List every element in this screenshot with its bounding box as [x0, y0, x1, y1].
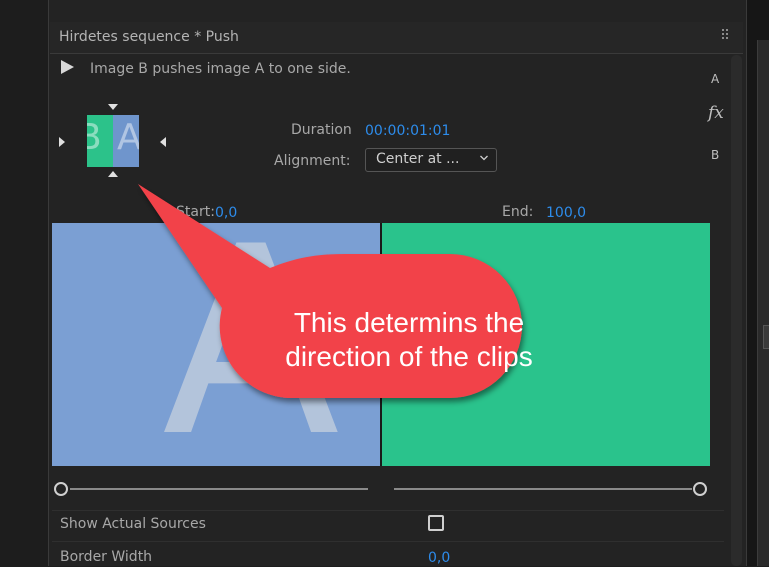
show-actual-sources-label: Show Actual Sources: [60, 516, 206, 532]
alignment-label: Alignment:: [274, 153, 351, 169]
direction-top-arrow[interactable]: [108, 104, 118, 110]
vertical-scrollbar[interactable]: [731, 55, 742, 566]
chevron-down-icon: [480, 155, 488, 161]
direction-right-arrow[interactable]: [160, 137, 166, 147]
transition-description: Image B pushes image A to one side.: [90, 61, 351, 77]
track-a-label: A: [711, 72, 720, 86]
transition-direction-thumbnail[interactable]: B A: [87, 115, 139, 167]
border-width-value[interactable]: 0,0: [428, 550, 450, 566]
right-panel-tab: [757, 40, 769, 566]
fx-icon: fx: [708, 103, 724, 123]
callout-text-line-1: This determins the: [293, 307, 525, 338]
start-slider-handle[interactable]: [54, 482, 68, 496]
thumbnail-label-b: B: [87, 117, 102, 158]
duration-value[interactable]: 00:00:01:01: [365, 123, 450, 139]
end-slider-track[interactable]: [394, 488, 692, 490]
callout-text: This determins the direction of the clip…: [218, 306, 600, 374]
border-width-label: Border Width: [60, 549, 153, 565]
direction-left-arrow[interactable]: [59, 137, 65, 147]
alignment-value: Center at ...: [376, 151, 460, 167]
panel-menu-icon[interactable]: [720, 28, 730, 42]
border-width-row: [52, 541, 724, 567]
panel-title: Hirdetes sequence * Push: [59, 29, 239, 45]
duration-label: Duration: [291, 122, 352, 138]
callout-text-line-2: direction of the clips: [285, 341, 533, 372]
right-panel-marker: [763, 325, 769, 349]
end-slider-handle[interactable]: [693, 482, 707, 496]
start-slider-track[interactable]: [70, 488, 368, 490]
thumbnail-label-a: A: [117, 117, 139, 158]
show-actual-sources-checkbox[interactable]: [428, 515, 444, 531]
direction-bottom-arrow[interactable]: [108, 171, 118, 177]
track-b-label: B: [711, 148, 720, 162]
play-icon[interactable]: [61, 60, 74, 74]
